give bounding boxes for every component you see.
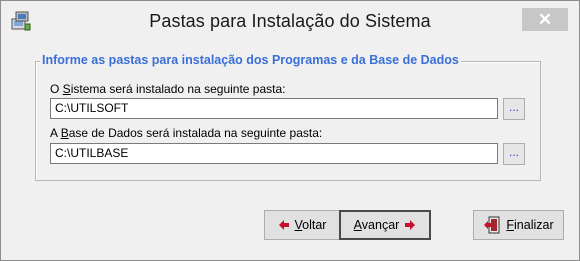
arrow-left-icon — [278, 220, 289, 230]
sistema-path-input[interactable]: C:\UTILSOFT — [50, 98, 498, 119]
sistema-label: O Sistema será instalado na seguinte pas… — [50, 82, 286, 96]
voltar-button[interactable]: Voltar — [264, 210, 340, 240]
title-bar[interactable]: Pastas para Instalação do Sistema ✕ — [1, 1, 579, 41]
close-icon: ✕ — [537, 9, 553, 29]
avancar-button[interactable]: Avançar — [339, 210, 431, 240]
sistema-browse-button[interactable]: ... — [503, 98, 525, 120]
base-label: A Base de Dados será instalada na seguin… — [50, 126, 323, 140]
window-title: Pastas para Instalação do Sistema — [149, 11, 431, 31]
arrow-right-icon — [405, 220, 416, 230]
base-path-input[interactable]: C:\UTILBASE — [50, 143, 498, 164]
voltar-label: Voltar — [294, 218, 327, 232]
groupbox-legend: Informe as pastas para instalação dos Pr… — [40, 53, 461, 67]
exit-door-icon — [484, 216, 500, 234]
base-browse-button[interactable]: ... — [503, 143, 525, 165]
avancar-label: Avançar — [353, 218, 400, 232]
finalizar-label: Finalizar — [506, 218, 554, 232]
close-button[interactable]: ✕ — [522, 8, 568, 31]
finalizar-button[interactable]: Finalizar — [473, 210, 564, 240]
installer-dialog: Pastas para Instalação do Sistema ✕ Info… — [0, 0, 580, 261]
